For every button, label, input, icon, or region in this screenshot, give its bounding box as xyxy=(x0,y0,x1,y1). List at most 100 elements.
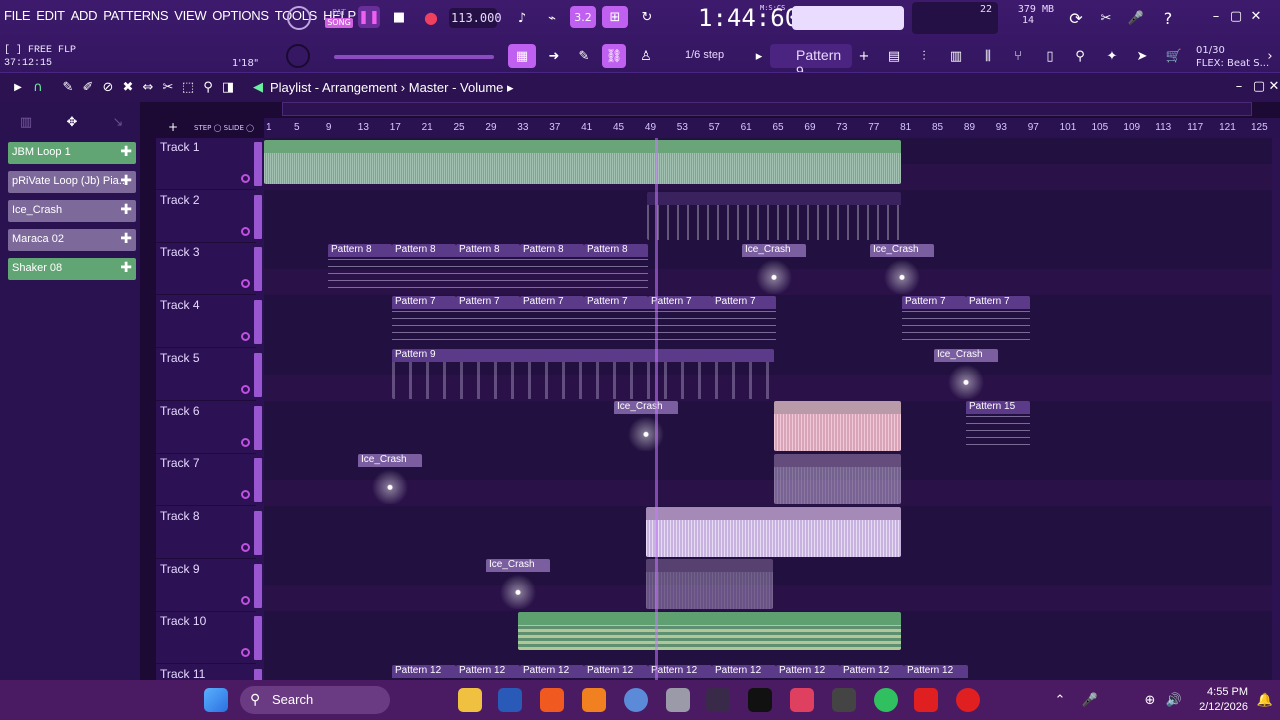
track-header[interactable]: Track 5 xyxy=(156,349,262,401)
track-header[interactable]: Track 7 xyxy=(156,454,262,507)
track-select-icon[interactable] xyxy=(241,384,250,394)
track-select-icon[interactable] xyxy=(241,595,250,605)
add-track-icon[interactable]: + xyxy=(166,120,180,134)
audio-clip[interactable] xyxy=(264,140,901,184)
pat-song-toggle[interactable]: PAT SONG xyxy=(324,4,354,32)
audio-clip[interactable] xyxy=(647,192,901,240)
pattern-clip[interactable]: Pattern 8 xyxy=(392,244,456,294)
volume-icon[interactable]: 🔊 xyxy=(1164,690,1184,710)
pattern-clip[interactable]: Pattern 8 xyxy=(328,244,392,294)
picker-item-shaker[interactable]: Shaker 08 ✚ xyxy=(8,258,136,280)
mic-tray-icon[interactable]: 🎤 xyxy=(1082,690,1098,710)
channel-rack-icon[interactable]: ⫶ xyxy=(912,44,936,68)
pattern-clip[interactable]: Pattern 7 xyxy=(902,296,966,346)
loop-record-icon[interactable]: ↻ xyxy=(634,6,660,28)
track-mute-switch[interactable] xyxy=(254,563,262,608)
time-format-button[interactable]: 3.2 xyxy=(570,6,596,28)
tempo-display[interactable]: 113.000 xyxy=(449,8,502,28)
pause-button[interactable]: ❚❚ xyxy=(358,6,380,28)
picker-item-private-loop[interactable]: pRiVate Loop (Jb) Pia... ✚ xyxy=(8,171,136,193)
slip-tool-icon[interactable]: ⇔ xyxy=(140,79,156,95)
ice-crash-clip[interactable]: Ice_Crash xyxy=(870,244,934,294)
news-panel[interactable]: 01/30 FLEX: Beat S... xyxy=(1196,44,1269,70)
track-mute-switch[interactable] xyxy=(254,616,262,661)
step-slide-toggle[interactable]: STEP ◯ SLIDE ◯ xyxy=(194,124,254,132)
browser-icon[interactable]: ⑂ xyxy=(1006,44,1030,68)
track-mute-switch[interactable] xyxy=(254,352,262,397)
paint-tool-icon[interactable]: ✐ xyxy=(80,79,96,95)
track-mute-switch[interactable] xyxy=(254,300,262,345)
news-next-icon[interactable]: › xyxy=(1262,48,1278,64)
track-select-icon[interactable] xyxy=(241,490,250,500)
pattern-clip[interactable]: Pattern 7 xyxy=(520,296,584,346)
plugin-icon[interactable]: ⚲ xyxy=(1068,44,1092,68)
menu-view[interactable]: VIEW xyxy=(174,8,206,23)
pattern-clip[interactable]: Pattern 12 xyxy=(456,665,520,680)
word-icon[interactable] xyxy=(498,688,522,712)
fl-studio-icon[interactable] xyxy=(582,688,606,712)
track-select-icon[interactable] xyxy=(241,174,250,183)
pattern-clip[interactable]: Pattern 12 xyxy=(712,665,776,680)
windows-start-icon[interactable] xyxy=(204,688,228,712)
ice-crash-clip[interactable]: Ice_Crash xyxy=(486,559,550,609)
record-app-icon[interactable] xyxy=(956,688,980,712)
tray-chevron-icon[interactable]: ⌃ xyxy=(1052,690,1068,710)
settings-icon[interactable] xyxy=(624,688,648,712)
track-header[interactable]: Track 2 xyxy=(156,191,262,243)
arrangement-grid[interactable]: Pattern 8 Pattern 8 Pattern 8 Pattern 8 … xyxy=(264,138,1272,680)
snap-selector[interactable]: 1/6 step xyxy=(682,46,742,66)
timeline-ruler[interactable]: 1 5 9 13 17 21 25 29 33 37 41 45 49 53 57 61 65 69 73 77 81 8… xyxy=(264,118,1280,138)
taskbar-search[interactable]: ⚲ Search xyxy=(240,686,390,714)
track-mute-switch[interactable] xyxy=(254,405,262,450)
app-icon[interactable] xyxy=(666,688,690,712)
zoom-tool-icon[interactable]: ⚲ xyxy=(200,79,216,95)
refresh-icon[interactable]: ⟳ xyxy=(1064,6,1088,30)
pattern-clip[interactable]: Pattern 8 xyxy=(520,244,584,294)
add-icon[interactable]: ✚ xyxy=(120,201,132,218)
master-pitch-slider[interactable] xyxy=(334,55,494,59)
brave-icon[interactable] xyxy=(540,688,564,712)
play-arrow-icon[interactable]: ◀ xyxy=(250,79,266,95)
track-select-icon[interactable] xyxy=(241,279,250,289)
add-icon[interactable]: ✚ xyxy=(120,259,132,276)
track-select-icon[interactable] xyxy=(241,542,250,552)
picker-item-jbm-loop[interactable]: JBM Loop 1 ✚ xyxy=(8,142,136,164)
menu-edit[interactable]: EDIT xyxy=(36,8,65,23)
arrow-icon[interactable]: ➜ xyxy=(542,44,566,68)
picker-filter-icon[interactable]: ▥ xyxy=(16,114,36,130)
track-select-icon[interactable] xyxy=(241,226,250,236)
add-pattern-icon[interactable]: + xyxy=(854,46,874,66)
countdown-icon[interactable]: ⊞ xyxy=(602,6,628,28)
window-close-icon[interactable]: ✕ xyxy=(1268,79,1280,94)
select-tool-icon[interactable]: ⬚ xyxy=(180,79,196,95)
menu-options[interactable]: OPTIONS xyxy=(212,8,269,23)
track-header[interactable]: Track 6 xyxy=(156,402,262,454)
track-mute-switch[interactable] xyxy=(254,510,262,555)
pattern-clip[interactable]: Pattern 12 xyxy=(520,665,584,680)
pattern-clip[interactable]: Pattern 9 xyxy=(392,349,774,399)
track-mute-switch[interactable] xyxy=(254,142,262,186)
picker-cut-icon[interactable]: ↘ xyxy=(108,114,128,130)
pattern-clip[interactable]: Pattern 12 xyxy=(776,665,840,680)
youtube-icon[interactable] xyxy=(914,688,938,712)
ice-crash-clip[interactable]: Ice_Crash xyxy=(614,401,678,451)
audio-clip[interactable] xyxy=(646,559,773,609)
overview-scrollbar[interactable] xyxy=(282,102,1252,116)
picker-item-maraca[interactable]: Maraca 02 ✚ xyxy=(8,229,136,251)
pattern-clip[interactable]: Pattern 8 xyxy=(584,244,648,294)
playhead[interactable] xyxy=(655,138,658,680)
add-icon[interactable]: ✚ xyxy=(120,172,132,189)
window-minimize-icon[interactable]: – xyxy=(1232,79,1246,94)
calendar-icon[interactable] xyxy=(790,688,814,712)
app-icon[interactable] xyxy=(706,688,730,712)
vertical-scrollbar[interactable] xyxy=(1272,138,1280,680)
pattern-clip[interactable]: Pattern 7 xyxy=(712,296,776,346)
microphone-icon[interactable]: 🎤 xyxy=(1124,6,1148,30)
performance-icon[interactable]: ✦ xyxy=(1100,44,1124,68)
track-header[interactable]: Track 1 xyxy=(156,138,262,190)
song-position[interactable]: 1:44:60 M:S:CS xyxy=(668,2,799,34)
pencil-tool-icon[interactable]: ✎ xyxy=(60,79,76,95)
add-icon[interactable]: ✚ xyxy=(120,143,132,160)
store-icon[interactable]: 🛒 xyxy=(1162,44,1186,68)
piano-roll-icon[interactable]: ▥ xyxy=(944,44,968,68)
